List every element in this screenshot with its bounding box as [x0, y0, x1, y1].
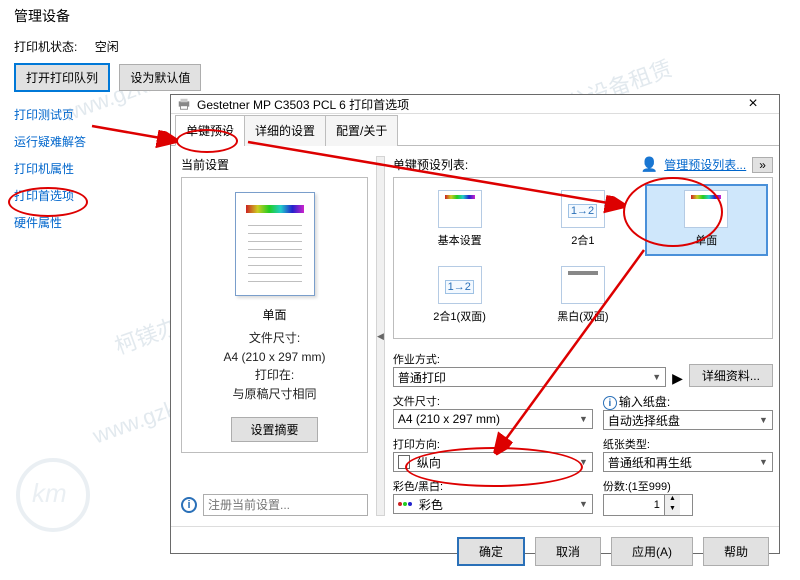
- color-label: 彩色/黑白:: [393, 478, 593, 494]
- printer-icon: [177, 97, 191, 111]
- preset-bw-duplex[interactable]: 黑白(双面): [521, 260, 644, 332]
- help-button[interactable]: 帮助: [703, 537, 769, 566]
- tab-preset[interactable]: 单键预设: [175, 115, 245, 146]
- page-preview-icon: [235, 192, 315, 296]
- tab-strip: 单键预设 详细的设置 配置/关于: [171, 114, 779, 146]
- preset-2in1-duplex[interactable]: 1→2 2合1(双面): [398, 260, 521, 332]
- status-value: 空闲: [95, 38, 119, 55]
- dialog-title: Gestetner MP C3503 PCL 6 打印首选项: [197, 96, 733, 113]
- preset-grid: 基本设置 1→2 2合1 单面 1→2 2合1(双面) 黑白(双面): [393, 177, 773, 339]
- tab-detail[interactable]: 详细的设置: [244, 115, 326, 146]
- cancel-button[interactable]: 取消: [535, 537, 601, 566]
- splitter-handle[interactable]: ◀: [376, 156, 385, 516]
- preset-list-label: 单键预设列表:: [393, 156, 468, 173]
- print-prefs-dialog: Gestetner MP C3503 PCL 6 打印首选项 × 单键预设 详细…: [170, 94, 780, 554]
- spin-down[interactable]: ▼: [664, 505, 680, 515]
- job-type-label: 作业方式:: [393, 351, 666, 367]
- status-label: 打印机状态:: [14, 38, 77, 55]
- open-queue-button[interactable]: 打开打印队列: [14, 63, 110, 92]
- info-icon: i: [181, 497, 197, 513]
- orient-label: 打印方向:: [393, 436, 593, 452]
- copies-label: 份数:(1至999): [603, 478, 773, 494]
- set-default-button[interactable]: 设为默认值: [119, 64, 201, 91]
- job-type-select[interactable]: 普通打印▼: [393, 367, 666, 387]
- color-select[interactable]: 彩色▼: [393, 494, 593, 514]
- preset-basic[interactable]: 基本设置: [398, 184, 521, 256]
- user-icon: 👤: [641, 156, 658, 173]
- tab-config[interactable]: 配置/关于: [325, 115, 398, 146]
- tray-label: i输入纸盘:: [603, 393, 773, 410]
- paper-type-label: 纸张类型:: [603, 436, 773, 452]
- summary-button[interactable]: 设置摘要: [231, 417, 317, 442]
- page-title: 管理设备: [14, 6, 207, 26]
- preview-box: 单面 文件尺寸: A4 (210 x 297 mm) 打印在: 与原稿尺寸相同 …: [181, 177, 368, 453]
- file-size-label: 文件尺寸:: [393, 393, 593, 409]
- orient-select[interactable]: 纵向▼: [393, 452, 593, 472]
- copies-spinner[interactable]: ▲▼: [603, 494, 693, 516]
- apply-button[interactable]: 应用(A): [611, 537, 693, 566]
- preset-2in1[interactable]: 1→2 2合1: [521, 184, 644, 256]
- spin-up[interactable]: ▲: [664, 495, 680, 505]
- tray-select[interactable]: 自动选择纸盘▼: [603, 410, 773, 430]
- close-button[interactable]: ×: [733, 95, 773, 113]
- ok-button[interactable]: 确定: [457, 537, 525, 566]
- detail-button[interactable]: 详细资料...: [689, 364, 773, 387]
- preset-single[interactable]: 单面: [645, 184, 768, 256]
- current-settings-label: 当前设置: [181, 156, 368, 173]
- preview-title: 单面: [192, 306, 357, 323]
- file-size-select[interactable]: A4 (210 x 297 mm)▼: [393, 409, 593, 429]
- copies-input[interactable]: [604, 495, 664, 515]
- register-input[interactable]: [203, 494, 368, 516]
- manage-presets-link[interactable]: 管理预设列表...: [664, 156, 746, 173]
- preset-expand-button[interactable]: »: [752, 157, 773, 173]
- paper-type-select[interactable]: 普通纸和再生纸▼: [603, 452, 773, 472]
